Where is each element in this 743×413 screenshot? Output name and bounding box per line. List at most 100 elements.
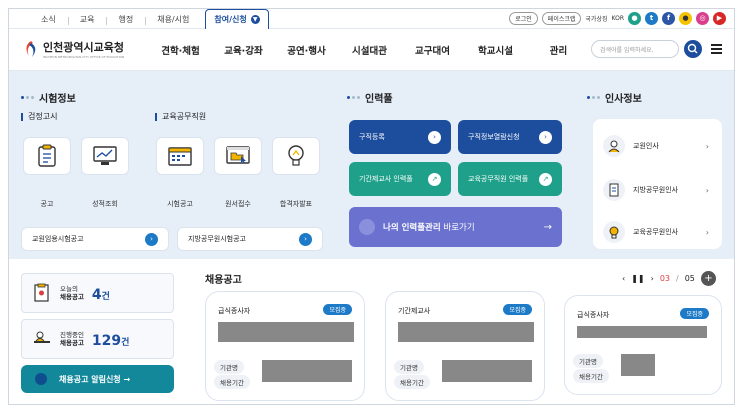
pause-icon[interactable]: ❚❚ (631, 274, 644, 283)
teacher-icon (603, 135, 625, 157)
card-label-score: 성적조회 (92, 200, 118, 208)
card-ged-notice[interactable] (23, 137, 71, 175)
card-result[interactable] (272, 137, 320, 175)
job-label-period: 채용기간 (214, 375, 250, 389)
job-label-org: 기관명 (394, 360, 424, 374)
ongoing-jobs-card[interactable]: 진행중인 채용공고 129건 (21, 319, 174, 359)
calendar-icon (168, 147, 192, 166)
top-tab-participate-label: 참여/신청 (214, 14, 247, 24)
civil-exam-notice-button[interactable]: 지방공무원시험공고 › (177, 227, 323, 251)
card-label-result: 합격자발표 (279, 200, 313, 208)
job-register-button[interactable]: 구직등록 › (349, 120, 451, 154)
menu-item-tool-rental[interactable]: 교구대여 (401, 43, 464, 57)
hr-item-local-civil[interactable]: 지방공무원인사 › (603, 175, 713, 205)
top-tab-edu[interactable]: 교육 (67, 14, 107, 25)
language-select[interactable]: KOR (612, 15, 625, 22)
status-badge: 모집중 (323, 304, 352, 315)
total-pages: 05 (684, 274, 695, 283)
site-logo[interactable]: 인천광역시교육청 INCHEON METROPOLITAN CITY OFFIC… (23, 39, 124, 59)
youtube-icon[interactable]: ▶ (713, 12, 726, 25)
contract-teacher-pool-button[interactable]: 기간제교사 인력풀 ↗ (349, 162, 451, 196)
today-unit: 건 (101, 291, 110, 302)
clipboard-icon (38, 144, 56, 167)
today-jobs-card[interactable]: 오늘의 채용공고 4건 (21, 273, 174, 313)
clipboard-person-icon (34, 283, 49, 302)
chevron-right-icon: › (705, 185, 709, 195)
instagram-icon[interactable]: ◎ (696, 12, 709, 25)
top-tab-admin[interactable]: 행정 (106, 14, 145, 25)
idea-person-icon (603, 221, 625, 243)
jobs-section-title: 채용공고 (205, 275, 242, 286)
job-card[interactable]: 급식종사자 모집중 기관명 채용기간 (205, 291, 365, 401)
job-title-redacted (577, 326, 707, 338)
card-application[interactable] (214, 137, 262, 175)
civil-exam-notice-label: 지방공무원시험공고 (188, 235, 246, 243)
my-pool-label-bold: 나의 인력풀관리 (383, 223, 441, 233)
hr-title-text: 인사정보 (605, 94, 642, 105)
hamburger-menu-icon[interactable] (711, 44, 722, 54)
hr-item-edu-civil[interactable]: 교육공무원인사 › (603, 217, 713, 247)
logo-title: 인천광역시교육청 (43, 41, 124, 54)
my-pool-label-rest: 바로가기 (440, 223, 475, 233)
bell-icon (35, 373, 47, 385)
info-section: 시험정보 검정고시 교육공무직원 공고 성적조회 시험공고 원서접수 합격자발표… (9, 71, 734, 259)
national-symbol-link[interactable]: 국가상징 (585, 14, 607, 23)
hr-panel: 교원인사 › 지방공무원인사 › 교육공무원인사 › (593, 119, 722, 249)
job-info-request-button[interactable]: 구직정보열람신청 › (458, 120, 562, 154)
next-icon[interactable]: › (651, 274, 654, 283)
job-register-label: 구직등록 (359, 133, 385, 141)
menu-item-manage[interactable]: 관리 (527, 43, 590, 57)
top-util-bar: 소식 교육 행정 채용/시험 참여/신청 ▼ 로그인 페이스크랩 국가상징 KOR… (9, 9, 734, 29)
today-count: 4 (91, 286, 102, 303)
search-button[interactable] (684, 40, 702, 58)
facebook-icon[interactable]: f (662, 12, 675, 25)
jobs-pager: ‹ ❚❚ › 03 / 05 + (622, 271, 716, 286)
ongoing-count: 129 (91, 332, 122, 349)
arrow-right-icon: › (539, 130, 552, 144)
my-pool-button[interactable]: 나의 인력풀관리 바로가기 → (349, 207, 562, 247)
sitemap-button[interactable]: 페이스크랩 (541, 12, 582, 25)
hr-item-teacher[interactable]: 교원인사 › (603, 131, 713, 161)
person-search-icon (359, 219, 375, 235)
top-utilities: 로그인 페이스크랩 국가상징 KOR ● t f ● ◎ ▶ (509, 12, 726, 25)
job-card[interactable]: 기간제교사 모집중 기관명 채용기간 (385, 291, 545, 401)
login-button[interactable]: 로그인 (509, 12, 538, 25)
exam-sub-ged: 검정고시 (21, 113, 57, 121)
top-tabs: 소식 교육 행정 채용/시험 참여/신청 ▼ (29, 9, 269, 29)
monitor-chart-icon (93, 146, 117, 165)
twitter-icon[interactable]: t (645, 12, 658, 25)
edu-staff-pool-button[interactable]: 교육공무직원 인력풀 ↗ (458, 162, 562, 196)
gnb-menu: 견학·체험 교육·강좌 공연·행사 시설대관 교구대여 학교시설 관리 (149, 43, 590, 57)
job-card[interactable]: 급식종사자 모집중 기관명 채용기간 (564, 295, 722, 395)
search-input[interactable]: 검색어를 입력하세요. (591, 40, 679, 58)
more-plus-icon[interactable]: + (700, 271, 716, 286)
arrow-right-icon: › (299, 232, 312, 246)
job-alert-button[interactable]: 채용공고 알림신청 → (21, 365, 174, 393)
menu-item-course[interactable]: 교육·강좌 (212, 43, 275, 57)
card-score-lookup[interactable] (81, 137, 129, 175)
ongoing-unit: 건 (121, 337, 130, 348)
menu-item-tour[interactable]: 견학·체험 (149, 43, 212, 57)
job-label-org: 기관명 (214, 360, 244, 374)
top-tab-news[interactable]: 소식 (29, 14, 68, 25)
teacher-exam-notice-button[interactable]: 교원임용시험공고 › (21, 227, 169, 251)
hr-section-title: 인사정보 (587, 90, 642, 105)
exam-sub-staff: 교육공무직원 (155, 113, 206, 121)
job-info-request-label: 구직정보열람신청 (468, 133, 520, 141)
card-exam-notice[interactable] (156, 137, 204, 175)
job-title-redacted (398, 322, 534, 342)
prev-icon[interactable]: ‹ (622, 274, 625, 283)
menu-item-event[interactable]: 공연·행사 (275, 43, 338, 57)
chat-icon[interactable]: ● (628, 12, 641, 25)
ongoing-label-1: 진행중인 (60, 331, 84, 339)
today-label-1: 오늘의 (60, 285, 78, 293)
dots-icon (347, 96, 360, 99)
top-tab-recruit[interactable]: 채용/시험 (145, 14, 201, 25)
card-label-application: 원서접수 (225, 200, 251, 208)
search-icon (687, 43, 698, 54)
kakao-icon[interactable]: ● (679, 12, 692, 25)
menu-item-facility-rental[interactable]: 시설대관 (338, 43, 401, 57)
job-category: 기간제교사 (398, 307, 431, 315)
top-tab-participate[interactable]: 참여/신청 ▼ (205, 9, 269, 29)
menu-item-school-facility[interactable]: 학교시설 (464, 43, 527, 57)
